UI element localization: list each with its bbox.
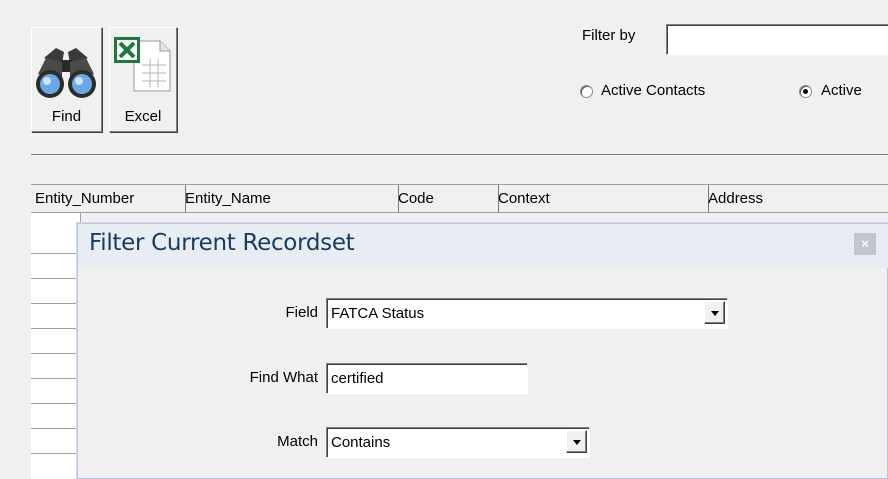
field-select[interactable]: FATCA Status: [326, 298, 728, 329]
excel-icon: [112, 35, 176, 95]
findwhat-label: Find What: [249, 369, 318, 386]
column-header-code[interactable]: Code: [394, 185, 499, 212]
findwhat-input-value: certified: [331, 370, 384, 387]
column-header-entity-name[interactable]: Entity_Name: [181, 185, 399, 212]
field-label: Field: [285, 304, 318, 321]
chevron-down-icon: [710, 310, 719, 316]
grid-header: Entity_Number Entity_Name Code Context A…: [31, 184, 888, 213]
match-select-value: Contains: [331, 434, 391, 451]
filter-dialog: Filter Current Recordset × Field FATCA S…: [77, 223, 888, 479]
match-select[interactable]: Contains: [326, 427, 590, 458]
column-header-address[interactable]: Address: [704, 185, 888, 212]
dialog-title: Filter Current Recordset: [89, 230, 355, 256]
radio-active-label: Active: [821, 82, 862, 99]
chevron-down-icon: [572, 439, 581, 445]
radio-active-contacts-label: Active Contacts: [601, 82, 706, 99]
match-label: Match: [277, 433, 318, 450]
excel-button-label: Excel: [124, 108, 162, 125]
close-icon[interactable]: ×: [854, 233, 876, 255]
radio-active-circle: [799, 85, 812, 98]
findwhat-input[interactable]: certified: [326, 363, 528, 394]
excel-button[interactable]: Excel: [109, 27, 177, 132]
binoculars-icon: [32, 42, 100, 104]
row-selector-column[interactable]: [31, 213, 81, 479]
column-header-entity-number[interactable]: Entity_Number: [31, 185, 186, 212]
filter-input[interactable]: [666, 24, 888, 55]
radio-active-contacts[interactable]: Active Contacts: [580, 82, 780, 102]
column-header-context[interactable]: Context: [494, 185, 709, 212]
dialog-title-bar: Filter Current Recordset ×: [78, 224, 888, 268]
radio-active[interactable]: Active: [799, 82, 888, 102]
match-dropdown-button[interactable]: [566, 430, 587, 453]
field-dropdown-button[interactable]: [704, 301, 725, 324]
find-button-label: Find: [51, 108, 82, 125]
filter-by-label: Filter by: [582, 27, 636, 44]
radio-active-contacts-circle: [580, 85, 593, 98]
grid-group-header: [31, 154, 888, 184]
field-select-value: FATCA Status: [331, 305, 425, 322]
find-button[interactable]: Find: [31, 27, 102, 132]
